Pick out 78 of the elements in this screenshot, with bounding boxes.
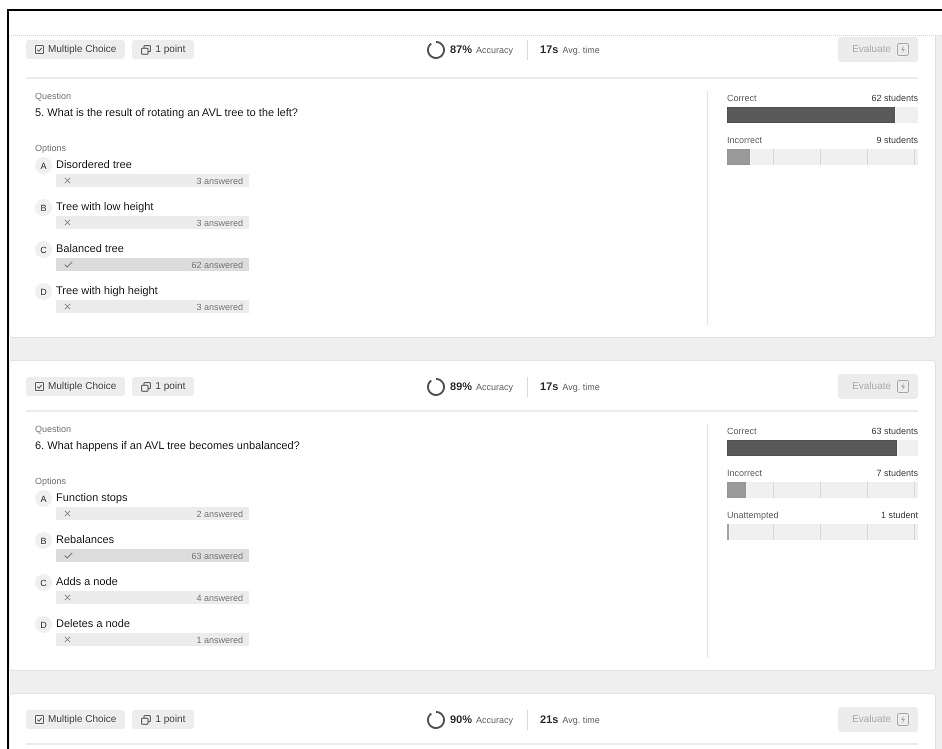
option-text: Disordered tree [56,159,133,171]
ring-icon [426,710,446,730]
question-text: 6. What happens if an AVL tree becomes unbalanced? [35,440,301,452]
option-text: Balanced tree [56,243,125,255]
option-letter: C [35,241,52,258]
answer-count: 63 answered [191,550,243,560]
option-text: Deletes a node [56,618,131,630]
check-icon [64,261,73,268]
accuracy-label: Accuracy [476,714,514,724]
question-type-tag: Multiple Choice [26,710,126,729]
options-label: Options [35,476,68,486]
student-count: 63 students [871,426,918,436]
option-text: Adds a node [56,576,119,588]
option-letter: A [35,157,52,174]
student-count: 62 students [871,93,918,103]
question-type-tag: Multiple Choice [26,40,126,59]
accuracy-value: 87% [450,44,472,56]
student-count: 9 students [876,135,918,145]
avg-time-label: Avg. time [562,714,600,724]
cross-icon [64,594,71,601]
accuracy-value: 90% [450,714,472,726]
answer-count: 3 answered [196,218,243,228]
bolt-icon [897,43,909,56]
checkbox-icon [35,382,44,391]
option-text: Tree with high height [56,285,159,297]
bolt-icon [897,380,909,393]
answer-count: 4 answered [196,592,243,602]
avg-time-value: 21s [540,714,558,726]
option-letter: C [35,574,52,591]
bolt-icon [897,713,909,726]
answer-count: 1 answered [196,634,243,644]
answer-count: 3 answered [196,176,243,186]
stack-icon [141,382,152,392]
points-tag: 1 point [132,710,194,729]
stat-label: Incorrect [727,468,762,478]
accuracy-label: Accuracy [476,382,514,392]
option-letter: A [35,490,52,507]
option-letter: B [35,199,52,216]
checkbox-icon [35,715,44,724]
student-count: 7 students [876,468,918,478]
stat-label: Incorrect [727,135,762,145]
cross-icon [64,303,71,310]
stat-label: Correct [727,426,757,436]
stat-label: Correct [727,93,757,103]
stat-label: Unattempted [727,510,779,520]
question-text: 5. What is the result of rotating an AVL tree to the left? [35,107,299,119]
stack-icon [141,714,152,724]
answer-count: 62 answered [191,260,243,270]
check-icon [64,552,73,559]
cross-icon [64,177,71,184]
question-type-tag: Multiple Choice [26,377,126,396]
answer-count: 3 answered [196,302,243,312]
option-text: Function stops [56,492,129,504]
option-text: Rebalances [56,534,116,546]
question-label: Question [35,91,72,101]
option-text: Tree with low height [56,201,154,213]
avg-time-value: 17s [540,44,558,56]
avg-time-label: Avg. time [562,382,600,392]
cross-icon [64,219,71,226]
points-tag: 1 point [132,40,194,59]
checkbox-icon [35,45,44,54]
ring-icon [426,376,446,396]
points-tag: 1 point [132,377,194,396]
option-letter: D [35,616,52,633]
option-letter: B [35,532,52,549]
cross-icon [64,636,71,643]
student-count: 1 student [880,510,918,520]
accuracy-label: Accuracy [476,44,514,54]
avg-time-value: 17s [540,380,558,392]
cross-icon [64,510,71,517]
options-label: Options [35,143,68,153]
stack-icon [141,44,152,54]
accuracy-value: 89% [450,380,472,392]
answer-count: 2 answered [196,508,243,518]
ring-icon [426,40,446,60]
option-letter: D [35,283,52,300]
question-label: Question [35,424,72,434]
avg-time-label: Avg. time [562,44,600,54]
